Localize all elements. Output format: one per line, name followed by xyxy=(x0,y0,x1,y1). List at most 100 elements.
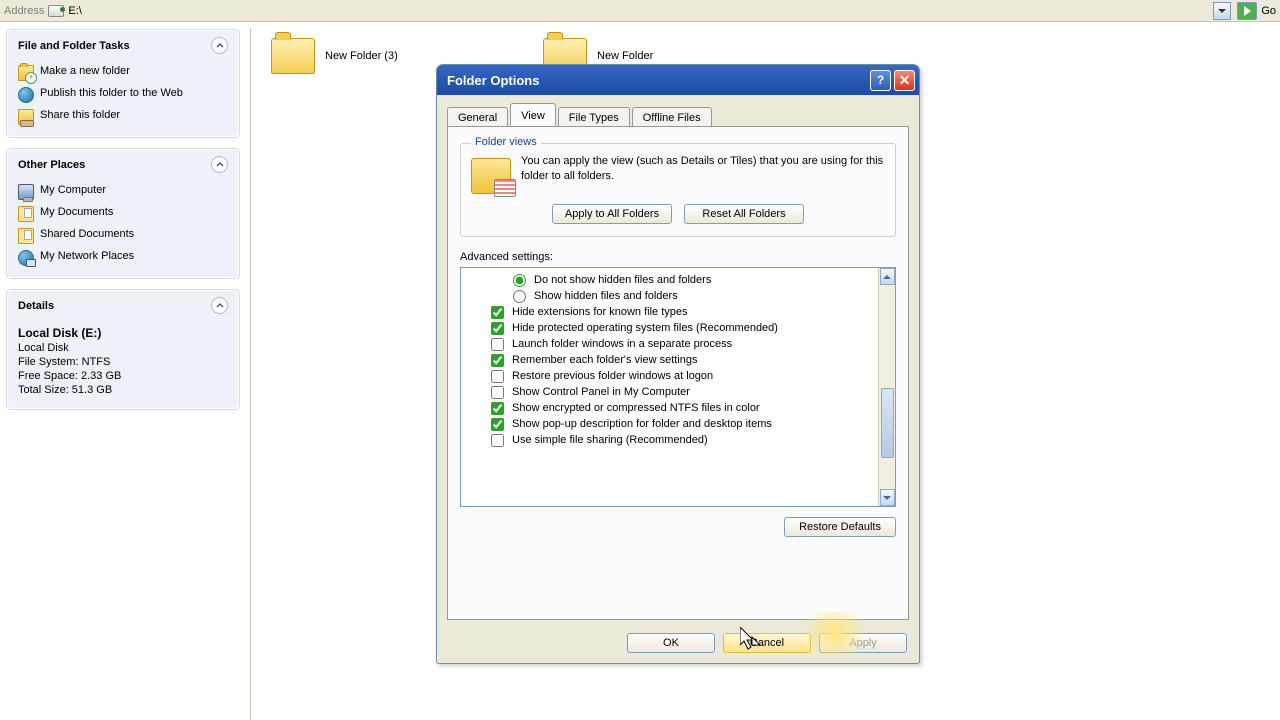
place-network-places[interactable]: My Network Places xyxy=(18,247,228,269)
checkbox-input[interactable] xyxy=(491,338,504,351)
tab-offline-files[interactable]: Offline Files xyxy=(632,107,712,127)
restore-defaults-button[interactable]: Restore Defaults xyxy=(784,517,896,537)
folder-views-legend: Folder views xyxy=(471,136,541,148)
advanced-setting-item[interactable]: Launch folder windows in a separate proc… xyxy=(491,336,877,352)
file-folder-tasks-box: File and Folder Tasks Make a new folder … xyxy=(7,30,239,137)
advanced-setting-label: Restore previous folder windows at logon xyxy=(512,370,713,382)
share-icon xyxy=(18,109,34,125)
tab-view[interactable]: View xyxy=(510,103,556,126)
advanced-setting-item[interactable]: Use simple file sharing (Recommended) xyxy=(491,432,877,448)
dialog-tabstrip: General View File Types Offline Files xyxy=(437,95,919,126)
advanced-setting-item[interactable]: Restore previous folder windows at logon xyxy=(491,368,877,384)
details-title: Details xyxy=(18,300,54,312)
advanced-setting-item[interactable]: Hide protected operating system files (R… xyxy=(491,320,877,336)
tab-page-view: Folder views You can apply the view (suc… xyxy=(447,126,909,620)
advanced-settings-list[interactable]: Do not show hidden files and folders Show… xyxy=(460,267,896,507)
apply-to-all-folders-button[interactable]: Apply to All Folders xyxy=(552,204,672,224)
cancel-button[interactable]: Cancel xyxy=(723,633,811,653)
details-disk-type: Local Disk xyxy=(18,342,228,354)
advanced-setting-item[interactable]: Do not show hidden files and folders xyxy=(491,272,877,288)
dialog-footer: OK Cancel Apply xyxy=(627,633,907,653)
radio-input[interactable] xyxy=(513,290,526,303)
scroll-thumb[interactable] xyxy=(881,388,894,458)
advanced-setting-label: Remember each folder's view settings xyxy=(512,354,698,366)
chevron-up-icon[interactable] xyxy=(211,37,228,54)
details-box: Details Local Disk (E:) Local Disk File … xyxy=(7,290,239,409)
folder-icon xyxy=(271,38,315,74)
address-path[interactable]: E:\ xyxy=(68,5,1213,17)
folder-options-dialog: Folder Options ? ✕ General View File Typ… xyxy=(436,64,920,664)
advanced-setting-item[interactable]: Show encrypted or compressed NTFS files … xyxy=(491,400,877,416)
apply-button[interactable]: Apply xyxy=(819,633,907,653)
place-shared-documents[interactable]: Shared Documents xyxy=(18,225,228,247)
scroll-up-button[interactable] xyxy=(880,268,895,285)
advanced-setting-label: Show hidden files and folders xyxy=(534,290,678,302)
details-disk-title: Local Disk (E:) xyxy=(18,326,228,340)
folder-label: New Folder xyxy=(597,50,653,62)
advanced-setting-label: Show Control Panel in My Computer xyxy=(512,386,690,398)
drive-icon xyxy=(48,5,64,17)
tab-general[interactable]: General xyxy=(447,107,508,127)
task-label: Publish this folder to the Web xyxy=(40,87,183,99)
reset-all-folders-button[interactable]: Reset All Folders xyxy=(684,204,804,224)
folder-item[interactable]: New Folder (3) xyxy=(271,38,398,74)
other-places-box: Other Places My Computer My Documents Sh… xyxy=(7,149,239,278)
checkbox-input[interactable] xyxy=(491,306,504,319)
advanced-setting-item[interactable]: Remember each folder's view settings xyxy=(491,352,877,368)
checkbox-input[interactable] xyxy=(491,418,504,431)
checkbox-input[interactable] xyxy=(491,402,504,415)
advanced-setting-item[interactable]: Show Control Panel in My Computer xyxy=(491,384,877,400)
close-button[interactable]: ✕ xyxy=(894,70,915,91)
details-header[interactable]: Details xyxy=(8,291,238,320)
task-publish-web[interactable]: Publish this folder to the Web xyxy=(18,84,228,106)
chevron-up-icon[interactable] xyxy=(211,156,228,173)
details-total-size: Total Size: 51.3 GB xyxy=(18,384,228,396)
radio-input[interactable] xyxy=(513,274,526,287)
checkbox-input[interactable] xyxy=(491,434,504,447)
file-folder-tasks-title: File and Folder Tasks xyxy=(18,40,130,52)
advanced-setting-label: Show pop-up description for folder and d… xyxy=(512,418,772,430)
go-button[interactable] xyxy=(1237,2,1257,20)
address-bar: Address E:\ Go xyxy=(0,0,1280,22)
task-label: Share this folder xyxy=(40,109,120,121)
place-my-computer[interactable]: My Computer xyxy=(18,181,228,203)
advanced-setting-label: Do not show hidden files and folders xyxy=(534,274,711,286)
details-free-space: Free Space: 2.33 GB xyxy=(18,370,228,382)
details-filesystem: File System: NTFS xyxy=(18,356,228,368)
file-folder-tasks-header[interactable]: File and Folder Tasks xyxy=(8,31,238,60)
tab-file-types[interactable]: File Types xyxy=(558,107,630,127)
address-dropdown-button[interactable] xyxy=(1213,2,1231,20)
checkbox-input[interactable] xyxy=(491,322,504,335)
task-label: My Computer xyxy=(40,184,106,196)
place-my-documents[interactable]: My Documents xyxy=(18,203,228,225)
task-label: My Documents xyxy=(40,206,113,218)
tasks-panel: File and Folder Tasks Make a new folder … xyxy=(7,30,239,421)
scrollbar[interactable] xyxy=(878,268,895,506)
chevron-up-icon[interactable] xyxy=(211,297,228,314)
checkbox-input[interactable] xyxy=(491,386,504,399)
advanced-setting-item[interactable]: Show pop-up description for folder and d… xyxy=(491,416,877,432)
ok-button[interactable]: OK xyxy=(627,633,715,653)
network-icon xyxy=(18,250,34,266)
address-label: Address xyxy=(4,5,44,17)
new-folder-icon xyxy=(18,65,34,81)
advanced-setting-label: Launch folder windows in a separate proc… xyxy=(512,338,732,350)
help-button[interactable]: ? xyxy=(870,70,891,91)
folder-views-group: Folder views You can apply the view (suc… xyxy=(460,143,896,237)
go-label: Go xyxy=(1261,5,1276,17)
other-places-header[interactable]: Other Places xyxy=(8,150,238,179)
advanced-setting-item[interactable]: Show hidden files and folders xyxy=(491,288,877,304)
task-share-folder[interactable]: Share this folder xyxy=(18,106,228,128)
checkbox-input[interactable] xyxy=(491,370,504,383)
scroll-down-button[interactable] xyxy=(880,489,895,506)
task-label: My Network Places xyxy=(40,250,134,262)
task-label: Make a new folder xyxy=(40,65,130,77)
task-make-new-folder[interactable]: Make a new folder xyxy=(18,62,228,84)
dialog-titlebar[interactable]: Folder Options ? ✕ xyxy=(437,65,919,95)
advanced-setting-label: Hide protected operating system files (R… xyxy=(512,322,778,334)
checkbox-input[interactable] xyxy=(491,354,504,367)
folder-views-icon xyxy=(471,158,511,194)
advanced-setting-item[interactable]: Hide extensions for known file types xyxy=(491,304,877,320)
advanced-setting-label: Use simple file sharing (Recommended) xyxy=(512,434,708,446)
globe-icon xyxy=(18,87,34,103)
